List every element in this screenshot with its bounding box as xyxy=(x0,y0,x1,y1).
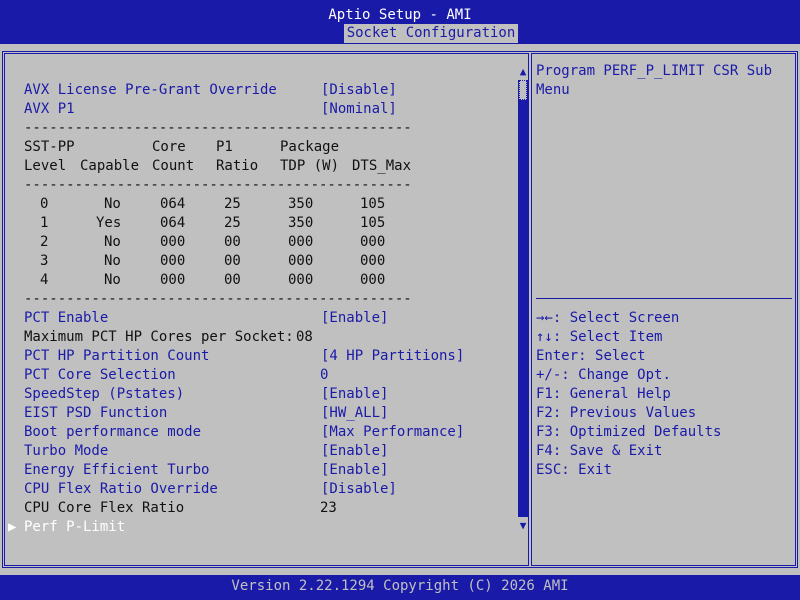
setting-turbo-mode-label[interactable]: Turbo Mode xyxy=(24,442,108,461)
table-cell: 105 xyxy=(360,196,386,212)
table-cell: 25 xyxy=(224,196,241,212)
table-cell: 000 xyxy=(160,234,186,250)
header-package: Package xyxy=(280,139,340,155)
setting-speedstep-value[interactable]: [Enable] xyxy=(321,385,388,404)
table-cell: 3 xyxy=(40,253,49,269)
header-sst-pp: SST-PP xyxy=(24,139,75,155)
cpu-core-flex-ratio-value: 23 xyxy=(320,500,337,516)
header-core: Core xyxy=(152,139,186,155)
header-p1: P1 xyxy=(216,139,233,155)
tab-socket-configuration[interactable]: Socket Configuration xyxy=(344,24,518,43)
max-pct-hp-cores-value: 08 xyxy=(296,329,313,345)
table-cell: Yes xyxy=(96,215,122,231)
up-triangle-icon[interactable]: ▲ xyxy=(518,66,528,77)
header-level: Level xyxy=(24,158,67,174)
table-cell: 00 xyxy=(224,234,241,250)
header-count: Count xyxy=(152,158,195,174)
table-divider: ----------------------------------------… xyxy=(24,177,412,193)
arrow-ud-icon: ↑↓ xyxy=(536,329,553,345)
header-dts-max: DTS_Max xyxy=(352,158,412,174)
table-cell: No xyxy=(104,234,121,250)
setting-speedstep-label[interactable]: SpeedStep (Pstates) xyxy=(24,385,184,404)
setting-pct-core-selection-value[interactable]: 0 xyxy=(320,366,328,385)
help-text-line1: Program PERF_P_LIMIT CSR Sub xyxy=(536,63,773,79)
table-cell: No xyxy=(104,196,121,212)
setting-eist-psd-value[interactable]: [HW_ALL] xyxy=(321,404,388,423)
setting-avx-p1-label[interactable]: AVX P1 xyxy=(24,100,75,119)
setting-pct-hp-partition-label[interactable]: PCT HP Partition Count xyxy=(24,347,209,366)
table-cell: 105 xyxy=(360,215,386,231)
down-triangle-icon[interactable]: ▼ xyxy=(518,520,528,531)
table-cell: 000 xyxy=(288,234,314,250)
table-cell: 350 xyxy=(288,196,314,212)
table-cell: 0 xyxy=(40,196,49,212)
scrollbar-track[interactable] xyxy=(518,80,528,517)
table-cell: 00 xyxy=(224,253,241,269)
version-text: Version 2.22.1294 Copyright (C) 2026 AMI xyxy=(231,578,569,594)
table-cell: 000 xyxy=(160,272,186,288)
setting-cpu-flex-ratio-override-label[interactable]: CPU Flex Ratio Override xyxy=(24,480,218,499)
scrollbar-thumb[interactable] xyxy=(519,80,527,100)
setting-avx-license-value[interactable]: [Disable] xyxy=(321,81,397,100)
key-select-screen: →←: Select Screen xyxy=(536,310,680,326)
setting-pct-enable-label[interactable]: PCT Enable xyxy=(24,309,108,328)
table-cell: 000 xyxy=(160,253,186,269)
setting-eist-psd-label[interactable]: EIST PSD Function xyxy=(24,404,167,423)
table-cell: 064 xyxy=(160,215,186,231)
setting-energy-efficient-turbo-value[interactable]: [Enable] xyxy=(321,461,388,480)
setting-cpu-flex-ratio-override-value[interactable]: [Disable] xyxy=(321,480,397,499)
key-f2: F2: Previous Values xyxy=(536,405,697,421)
table-cell: 000 xyxy=(360,272,386,288)
table-cell: 2 xyxy=(40,234,49,250)
submenu-perf-p-limit[interactable]: Perf P-Limit xyxy=(24,518,125,537)
header-ratio: Ratio xyxy=(216,158,259,174)
app-title: Aptio Setup - AMI xyxy=(328,7,472,23)
table-cell: 064 xyxy=(160,196,186,212)
table-cell: 1 xyxy=(40,215,49,231)
arrow-lr-icon: →← xyxy=(536,310,553,326)
setting-avx-license-label[interactable]: AVX License Pre-Grant Override xyxy=(24,81,277,100)
setting-pct-enable-value[interactable]: [Enable] xyxy=(321,309,388,328)
help-divider xyxy=(536,298,792,299)
setting-pct-hp-partition-value[interactable]: [4 HP Partitions] xyxy=(321,347,464,366)
table-cell: 4 xyxy=(40,272,49,288)
table-cell: No xyxy=(104,253,121,269)
max-pct-hp-cores-label: Maximum PCT HP Cores per Socket: xyxy=(24,329,294,345)
cpu-core-flex-ratio-label: CPU Core Flex Ratio xyxy=(24,500,185,516)
key-f3: F3: Optimized Defaults xyxy=(536,424,722,440)
key-esc: ESC: Exit xyxy=(536,462,612,478)
key-change-opt: +/-: Change Opt. xyxy=(536,367,671,383)
table-cell: 000 xyxy=(288,253,314,269)
table-cell: 350 xyxy=(288,215,314,231)
setting-boot-performance-value[interactable]: [Max Performance] xyxy=(321,423,464,442)
right-triangle-icon: ▶ xyxy=(8,519,17,535)
key-enter: Enter: Select xyxy=(536,348,646,364)
header-capable: Capable xyxy=(80,158,140,174)
table-cell: 000 xyxy=(288,272,314,288)
setting-pct-core-selection-label[interactable]: PCT Core Selection xyxy=(24,366,176,385)
setting-turbo-mode-value[interactable]: [Enable] xyxy=(321,442,388,461)
table-cell: 000 xyxy=(360,253,386,269)
key-select-item: ↑↓: Select Item xyxy=(536,329,663,345)
header-tdp: TDP (W) xyxy=(280,158,340,174)
key-f4: F4: Save & Exit xyxy=(536,443,663,459)
table-cell: 00 xyxy=(224,272,241,288)
setting-boot-performance-label[interactable]: Boot performance mode xyxy=(24,423,201,442)
table-divider: ----------------------------------------… xyxy=(24,120,412,136)
setting-avx-p1-value[interactable]: [Nominal] xyxy=(321,100,397,119)
table-divider: ----------------------------------------… xyxy=(24,291,412,307)
setting-energy-efficient-turbo-label[interactable]: Energy Efficient Turbo xyxy=(24,461,209,480)
table-cell: No xyxy=(104,272,121,288)
table-cell: 000 xyxy=(360,234,386,250)
table-cell: 25 xyxy=(224,215,241,231)
key-f1: F1: General Help xyxy=(536,386,671,402)
help-text-line2: Menu xyxy=(536,82,570,98)
